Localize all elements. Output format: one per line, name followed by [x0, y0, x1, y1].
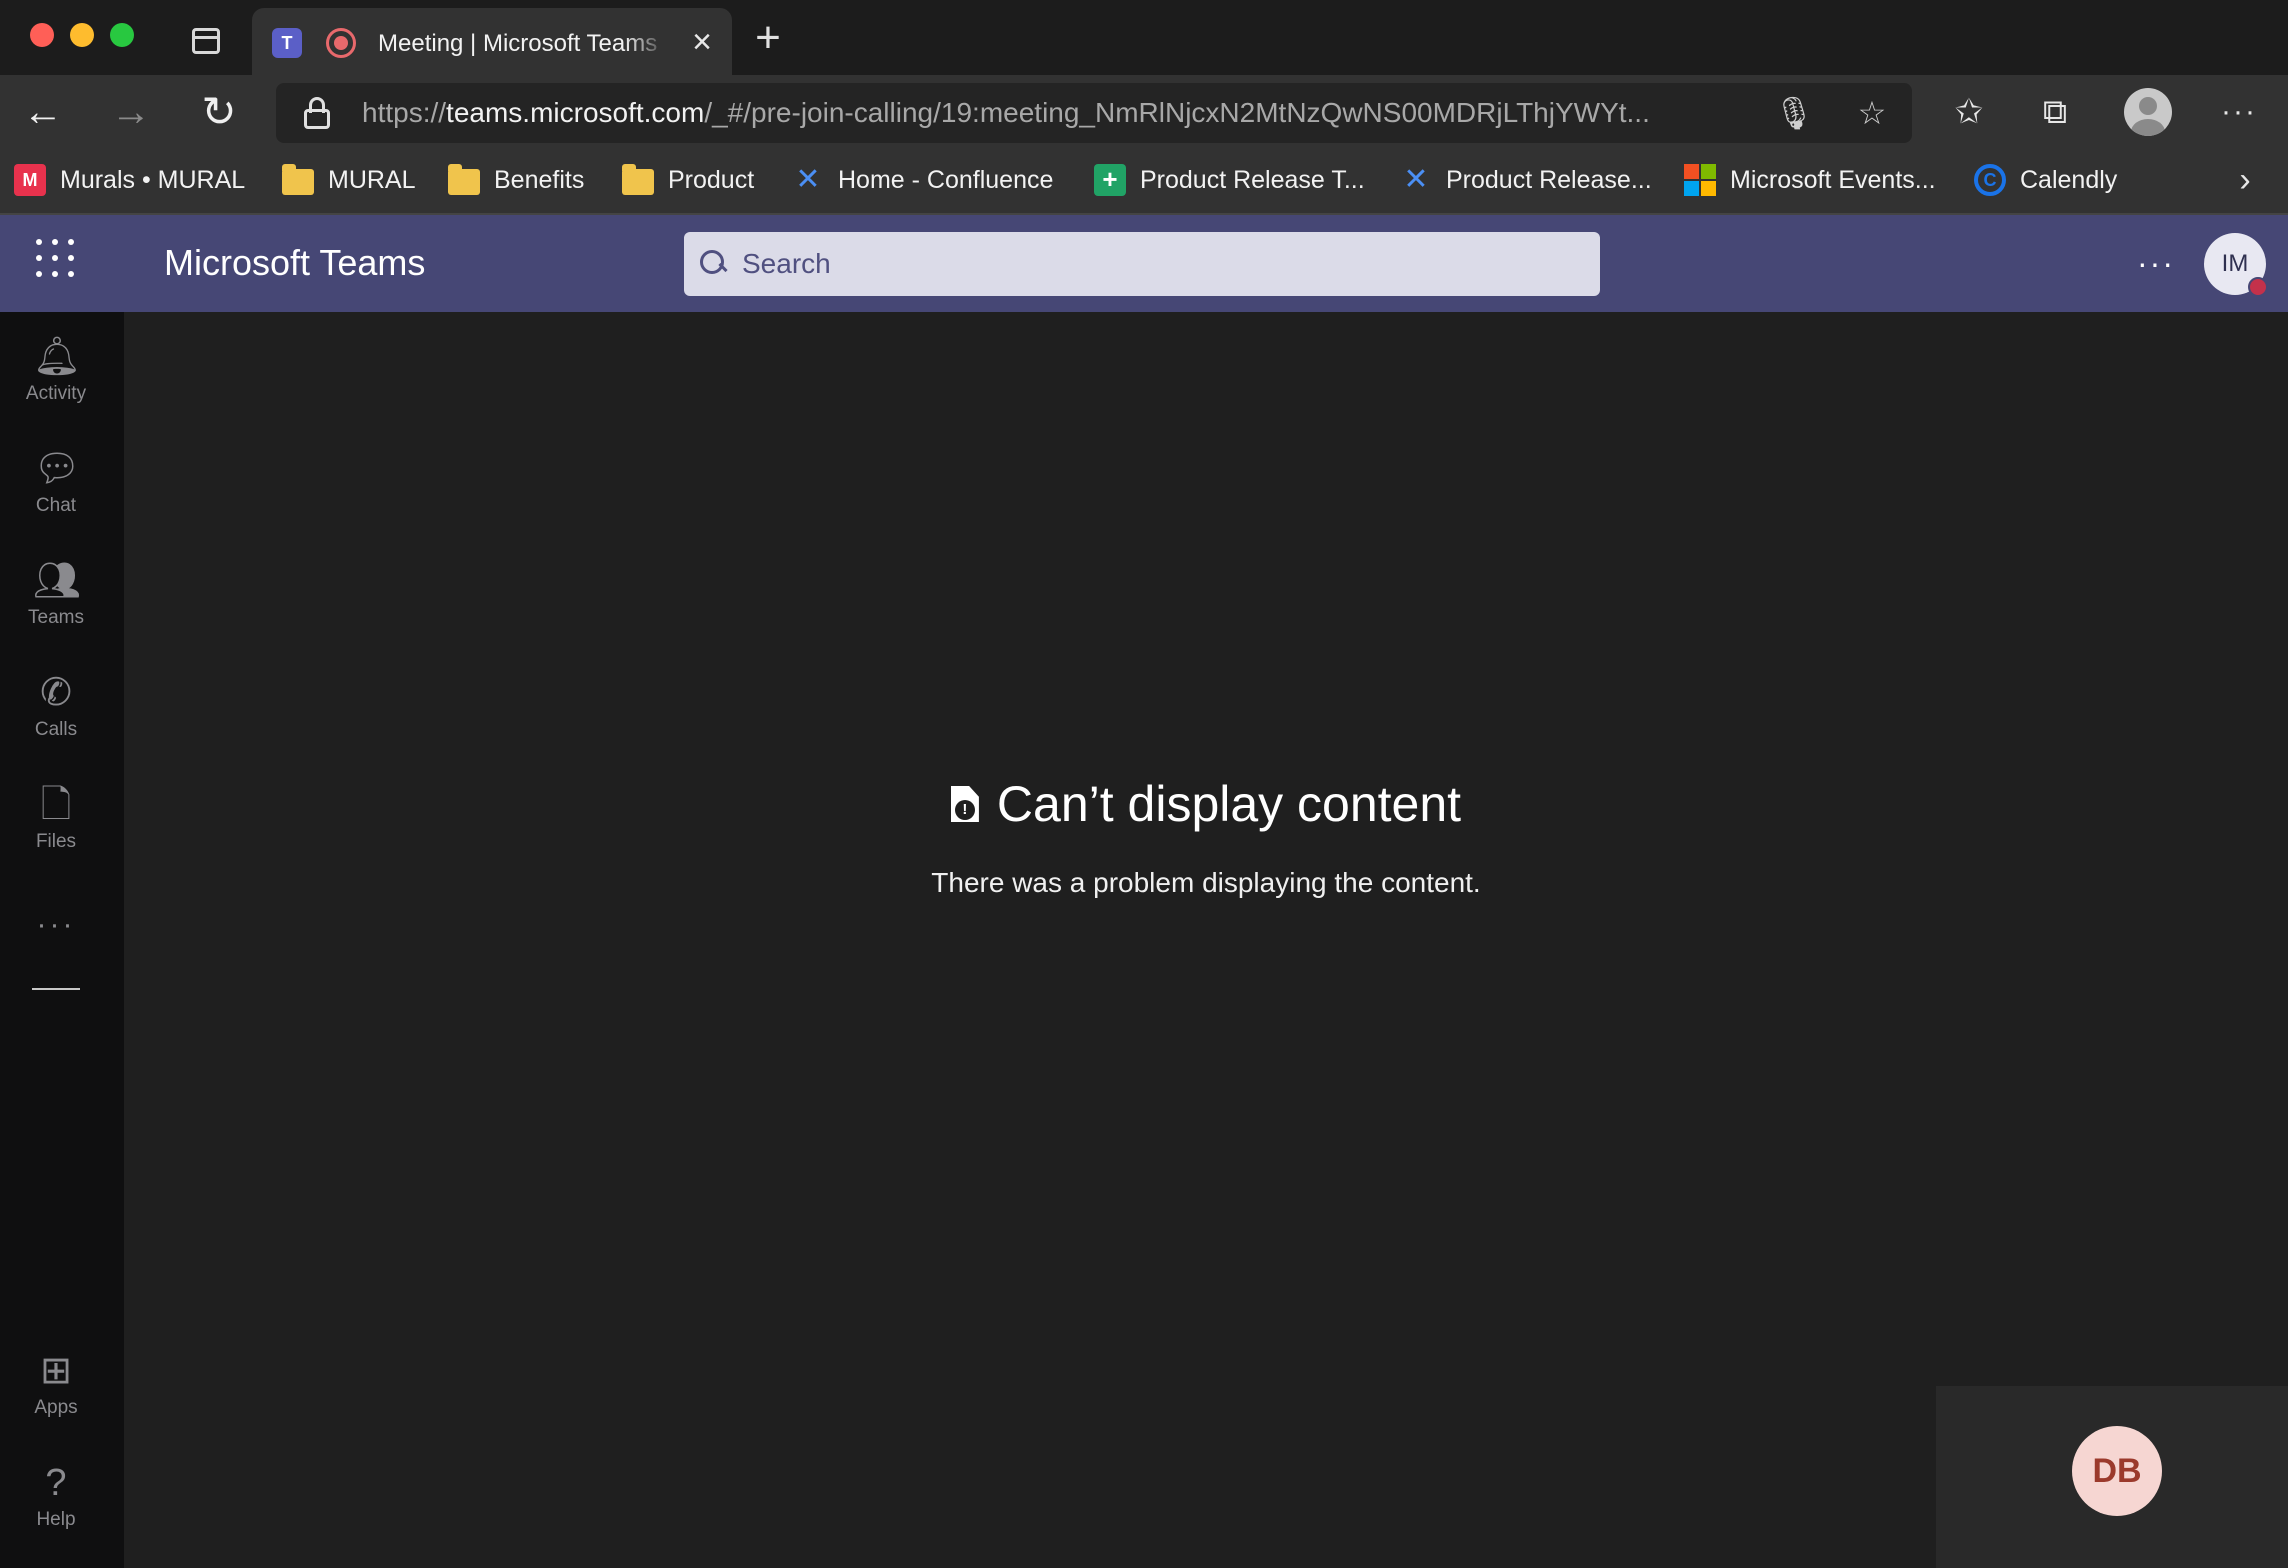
- rail-item-files[interactable]: 🗋 Files: [0, 772, 112, 872]
- document-error-icon: [950, 786, 979, 822]
- profile-avatar-icon[interactable]: [2124, 88, 2172, 136]
- tab-title: Meeting | Microsoft Teams: [378, 30, 658, 57]
- app-launcher-icon[interactable]: [36, 239, 76, 279]
- rail-label: Activity: [25, 383, 87, 404]
- favorite-product-release[interactable]: ✕ Product Release...: [1400, 160, 1652, 200]
- error-panel: Can’t display content There was a proble…: [124, 772, 2288, 902]
- url-scheme: https://: [362, 97, 447, 128]
- rail-item-chat[interactable]: 💬︎ Chat: [0, 436, 112, 536]
- lock-icon[interactable]: [304, 97, 330, 129]
- browser-tab-strip: T Meeting | Microsoft Teams × +: [0, 0, 2288, 75]
- rail-label: Calls: [34, 719, 78, 740]
- favorite-label: MURAL: [328, 165, 416, 194]
- url-path: /_#/pre-join-calling/19:meeting_NmRlNjcx…: [704, 97, 1650, 128]
- more-apps-icon[interactable]: ···: [0, 908, 112, 948]
- rail-divider: [32, 988, 80, 990]
- rail-label: Teams: [28, 607, 84, 628]
- app-title: Microsoft Teams: [164, 242, 426, 283]
- chat-icon: 💬︎: [33, 448, 82, 490]
- user-avatar[interactable]: IM: [2204, 233, 2268, 297]
- recording-icon: [326, 28, 356, 58]
- minimize-window-button[interactable]: [70, 23, 94, 47]
- favorite-benefits-folder[interactable]: Benefits: [448, 160, 584, 200]
- settings-more-icon[interactable]: ···: [2214, 87, 2264, 137]
- help-icon: ?: [45, 1462, 67, 1504]
- favorite-label: Product Release T...: [1140, 165, 1365, 194]
- favorite-murals[interactable]: M Murals • MURAL: [14, 160, 245, 200]
- rail-item-apps[interactable]: ⊞ Apps: [0, 1338, 112, 1438]
- mural-icon: M: [14, 164, 46, 196]
- favorite-product-folder[interactable]: Product: [622, 160, 754, 200]
- folder-icon: [622, 164, 654, 195]
- participant-tile[interactable]: DB: [1936, 1386, 2288, 1568]
- favorite-label: Microsoft Events...: [1730, 165, 1936, 194]
- rail-label: Chat: [35, 495, 77, 516]
- favorite-label: Product Release...: [1446, 165, 1652, 194]
- maximize-window-button[interactable]: [110, 23, 134, 47]
- user-initials: IM: [2221, 250, 2249, 277]
- favorite-calendly[interactable]: C Calendly: [1974, 160, 2117, 200]
- favorite-label: Murals • MURAL: [60, 165, 246, 194]
- error-title-row: Can’t display content: [950, 772, 1462, 836]
- presence-status-badge: [2248, 277, 2268, 297]
- browser-toolbar: ← → ↻ https://teams.microsoft.com/_#/pre…: [0, 75, 2288, 150]
- favorite-label: Product: [668, 165, 755, 194]
- confluence-icon: ✕: [1403, 163, 1429, 196]
- phone-icon: ✆: [40, 672, 72, 714]
- url-host: teams.microsoft.com: [446, 97, 705, 128]
- app-rail: 🔔︎ Activity 💬︎ Chat 👥︎ Teams ✆ Calls 🗋 F…: [0, 312, 124, 1568]
- favorite-label: Calendly: [2020, 165, 2118, 194]
- microsoft-icon: [1684, 164, 1716, 196]
- tab-close-icon[interactable]: ×: [684, 24, 720, 60]
- search-input[interactable]: [742, 242, 1572, 286]
- participant-avatar: DB: [2072, 1426, 2162, 1516]
- collections-icon[interactable]: ⧉: [2030, 87, 2080, 137]
- sheets-icon: +: [1094, 164, 1126, 196]
- forward-button[interactable]: →: [106, 87, 156, 137]
- calendly-icon: C: [1974, 164, 2006, 196]
- favorite-mural-folder[interactable]: MURAL: [282, 160, 416, 200]
- error-title: Can’t display content: [996, 776, 1462, 832]
- chevron-right-icon[interactable]: ›: [2230, 160, 2260, 200]
- add-favorite-icon[interactable]: ☆: [1850, 91, 1894, 135]
- confluence-icon: ✕: [795, 163, 821, 196]
- apps-icon: ⊞: [40, 1350, 72, 1392]
- rail-label: Help: [36, 1509, 76, 1530]
- search-icon: [700, 250, 726, 276]
- close-window-button[interactable]: [30, 23, 54, 47]
- more-options-icon[interactable]: ···: [2134, 241, 2178, 285]
- folder-icon: [448, 164, 480, 195]
- file-icon: 🗋: [40, 784, 72, 826]
- tab-actions-icon[interactable]: [192, 28, 220, 54]
- teams-favicon-icon: T: [272, 28, 302, 58]
- favorite-home-confluence[interactable]: ✕ Home - Confluence: [792, 160, 1053, 200]
- rail-label: Apps: [34, 1397, 78, 1418]
- address-bar[interactable]: https://teams.microsoft.com/_#/pre-join-…: [276, 83, 1912, 143]
- favorites-bar: M Murals • MURAL MURAL Benefits Product …: [0, 150, 2288, 215]
- folder-icon: [282, 164, 314, 195]
- favorite-microsoft-events[interactable]: Microsoft Events...: [1684, 160, 1936, 200]
- teams-icon: 👥︎: [33, 560, 82, 602]
- url-text[interactable]: https://teams.microsoft.com/_#/pre-join-…: [362, 95, 1742, 131]
- active-browser-tab[interactable]: T Meeting | Microsoft Teams ×: [252, 8, 732, 75]
- rail-label: Files: [35, 831, 77, 852]
- rail-item-activity[interactable]: 🔔︎ Activity: [0, 324, 112, 424]
- search-box[interactable]: [684, 232, 1600, 296]
- favorites-icon[interactable]: ✩: [1944, 87, 1994, 137]
- bell-icon: 🔔︎: [33, 336, 82, 378]
- favorite-product-release-tracker[interactable]: + Product Release T...: [1094, 160, 1365, 200]
- refresh-button[interactable]: ↻: [194, 87, 244, 137]
- favorite-label: Benefits: [494, 165, 585, 194]
- error-message: There was a problem displaying the conte…: [931, 867, 1481, 898]
- new-tab-button[interactable]: +: [748, 16, 788, 60]
- rail-item-teams[interactable]: 👥︎ Teams: [0, 548, 112, 648]
- back-button[interactable]: ←: [18, 87, 68, 137]
- microphone-icon[interactable]: 🎙︎: [1772, 91, 1816, 135]
- rail-item-calls[interactable]: ✆ Calls: [0, 660, 112, 760]
- meeting-stage: Can’t display content There was a proble…: [124, 312, 2288, 1568]
- favorite-label: Home - Confluence: [838, 165, 1054, 194]
- rail-item-help[interactable]: ? Help: [0, 1450, 112, 1550]
- teams-header: Microsoft Teams ··· IM: [0, 215, 2288, 312]
